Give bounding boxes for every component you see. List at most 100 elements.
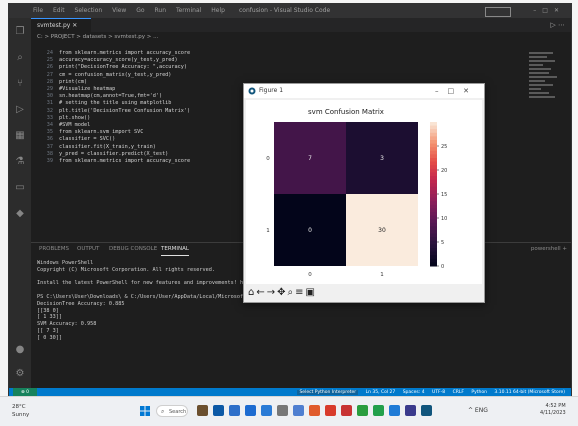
- code-text: from sklearn.svm import SVC: [59, 129, 144, 136]
- chat-icon[interactable]: [293, 405, 304, 416]
- settings-gear-icon[interactable]: ⚙: [14, 368, 26, 380]
- clock-time: 4:52 PM: [545, 403, 566, 409]
- menu-selection[interactable]: Selection: [75, 7, 103, 14]
- settings-icon[interactable]: [277, 405, 288, 416]
- python-icon[interactable]: ◆: [14, 208, 26, 220]
- whatsapp-icon[interactable]: [373, 405, 384, 416]
- source-control-icon[interactable]: ⑂: [14, 78, 26, 90]
- window-title: confusion - Visual Studio Code: [239, 7, 331, 14]
- system-tray[interactable]: ^ ENG: [468, 407, 488, 414]
- edge-icon[interactable]: [213, 405, 224, 416]
- zoom-icon[interactable]: ⌕: [288, 287, 294, 298]
- interpreter-version[interactable]: 3.10.11 64-bit (Microsoft Store): [494, 390, 565, 395]
- eol-status[interactable]: CRLF: [453, 390, 464, 395]
- menu-file[interactable]: File: [33, 7, 43, 14]
- line-number: 36: [46, 136, 53, 143]
- encoding-status[interactable]: UTF-8: [432, 390, 445, 395]
- save-icon[interactable]: ▣: [306, 287, 315, 298]
- minimize-icon[interactable]: –: [533, 7, 542, 14]
- matplotlib-taskbar-icon[interactable]: [421, 405, 432, 416]
- tab-debug-console[interactable]: DEBUG CONSOLE: [109, 243, 157, 255]
- explorer-icon[interactable]: ❐: [14, 26, 26, 38]
- menu-go[interactable]: Go: [136, 7, 144, 14]
- search-icon[interactable]: ⌕: [14, 52, 26, 64]
- figure-title-bar[interactable]: Figure 1 –□✕: [244, 84, 484, 98]
- account-icon[interactable]: ●: [14, 344, 26, 356]
- clock[interactable]: 4:52 PM 4/11/2023: [540, 403, 566, 417]
- menu-view[interactable]: View: [112, 7, 126, 14]
- powerpoint-icon[interactable]: [325, 405, 336, 416]
- menu-edit[interactable]: Edit: [53, 7, 65, 14]
- colorbar-segment: [430, 219, 437, 224]
- colorbar-segment: [430, 244, 437, 249]
- mail-icon[interactable]: [245, 405, 256, 416]
- back-icon[interactable]: ←: [256, 287, 264, 298]
- figure-toolbar: ⌂ ← → ✥ ⌕ ≡ ▣: [246, 285, 482, 300]
- search-label: Search: [169, 409, 187, 415]
- tab-close-icon[interactable]: ✕: [72, 22, 77, 29]
- window-controls: –□✕: [533, 4, 565, 18]
- python-taskbar-icon[interactable]: [405, 405, 416, 416]
- colorbar-segment: [430, 262, 437, 267]
- code-text: #SVM model: [59, 122, 91, 128]
- taskbar-search[interactable]: ⌕ Search: [156, 405, 188, 417]
- terminal-shell-select[interactable]: powershell +: [531, 243, 567, 255]
- menu-terminal[interactable]: Terminal: [176, 7, 201, 14]
- run-debug-icon[interactable]: ▷: [14, 104, 26, 116]
- tab-svmtest[interactable]: svmtest.py ✕: [31, 18, 91, 32]
- extensions-icon[interactable]: ▦: [14, 130, 26, 142]
- windows-start-icon[interactable]: [140, 406, 150, 416]
- colorbar-segment: [430, 258, 437, 263]
- colorbar-segment: [430, 208, 437, 213]
- line-number: 37: [46, 143, 53, 150]
- title-bar: File Edit Selection View Go Run Terminal…: [9, 4, 571, 18]
- colorbar-segment: [430, 158, 437, 163]
- indentation-status[interactable]: Spaces: 4: [403, 390, 425, 395]
- code-text: classifier.fit(X_train,y_train): [59, 143, 156, 150]
- vscode-taskbar-icon[interactable]: [389, 405, 400, 416]
- close-icon[interactable]: ✕: [463, 87, 478, 95]
- tab-terminal[interactable]: TERMINAL: [161, 243, 189, 256]
- testing-icon[interactable]: ⚗: [14, 156, 26, 168]
- maximize-icon[interactable]: □: [448, 87, 464, 95]
- language-mode[interactable]: Python: [471, 390, 487, 395]
- colorbar-segment: [430, 179, 437, 184]
- minimap[interactable]: [529, 52, 559, 112]
- run-file-icon[interactable]: ▷ ⋯: [550, 18, 565, 32]
- cursor-position[interactable]: Ln 35, Col 27: [366, 390, 396, 395]
- pdf-reader-icon[interactable]: [341, 405, 352, 416]
- photos-icon[interactable]: [261, 405, 272, 416]
- weather-widget[interactable]: 28°C Sunny: [12, 403, 29, 419]
- pan-icon[interactable]: ✥: [277, 287, 285, 298]
- line-number: 31: [46, 100, 53, 107]
- menu-help[interactable]: Help: [211, 7, 225, 14]
- office-icon[interactable]: [309, 405, 320, 416]
- close-icon[interactable]: ✕: [554, 7, 565, 14]
- configure-icon[interactable]: ≡: [295, 287, 303, 298]
- minimize-icon[interactable]: –: [435, 87, 448, 95]
- file-explorer-icon[interactable]: [197, 405, 208, 416]
- colorbar-tick-label: 15: [441, 192, 447, 198]
- maximize-icon[interactable]: □: [542, 7, 554, 14]
- menu-run[interactable]: Run: [155, 7, 167, 14]
- code-text: print(cm): [59, 78, 88, 85]
- home-icon[interactable]: ⌂: [248, 287, 254, 298]
- layout-toggle-icon[interactable]: [485, 7, 511, 17]
- python-interpreter-status[interactable]: Select Python Interpreter: [297, 390, 359, 395]
- forward-icon[interactable]: →: [267, 287, 275, 298]
- clock-date: 4/11/2023: [540, 410, 566, 416]
- store-icon[interactable]: [229, 405, 240, 416]
- tab-problems[interactable]: PROBLEMS: [39, 243, 69, 255]
- colorbar-segment: [430, 183, 437, 188]
- figure-canvas[interactable]: svm Confusion Matrix 7 3 0 30 0 1 0 1 0 5 10 15 20 25: [246, 100, 482, 284]
- line-number: 29: [46, 86, 53, 92]
- figure-window[interactable]: Figure 1 –□✕ svm Confusion Matrix 7 3 0 30 0 1…: [243, 83, 485, 303]
- terminal-line: Windows PowerShell: [37, 260, 94, 266]
- remote-explorer-icon[interactable]: ▭: [14, 182, 26, 194]
- cell-label: 7: [308, 155, 312, 162]
- line-number: 26: [46, 64, 53, 71]
- figure-window-controls: –□✕: [435, 84, 478, 98]
- chrome-icon[interactable]: [357, 405, 368, 416]
- heatmap-chart: svm Confusion Matrix7 30 300 1010510152025: [266, 108, 447, 278]
- tab-output[interactable]: OUTPUT: [77, 243, 99, 255]
